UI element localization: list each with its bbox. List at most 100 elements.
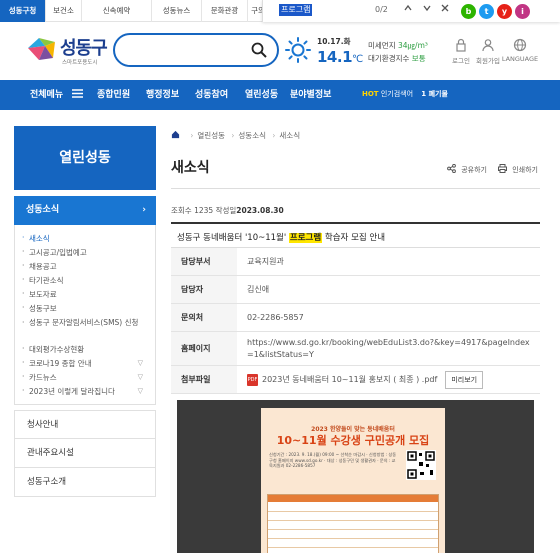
- post-date: 2023.08.30: [236, 206, 284, 215]
- sidebar-item-about[interactable]: 성동구소개: [14, 468, 156, 497]
- popular-search[interactable]: HOT 인기검색어 1 폐기물: [362, 89, 448, 99]
- find-query[interactable]: 프로그램: [279, 4, 313, 16]
- submenu-new-news[interactable]: 새소식: [22, 233, 50, 244]
- submenu-sms-service[interactable]: 성동구 문자알림서비스(SMS) 신청: [22, 317, 147, 328]
- blog-icon[interactable]: b: [461, 4, 476, 19]
- all-menu-button[interactable]: 전체메뉴: [30, 80, 84, 110]
- contact-label: 문의처: [171, 304, 237, 331]
- air-quality-label: 대기환경지수: [368, 54, 410, 63]
- submenu-notices[interactable]: 고시공고/입법예고: [22, 247, 87, 258]
- pdf-icon: PDF: [247, 373, 258, 386]
- tab-seongdong-office[interactable]: 성동구청: [0, 0, 46, 22]
- air-quality: 대기환경지수 보통: [368, 53, 426, 64]
- find-next-icon[interactable]: [420, 3, 434, 17]
- tab-health-center[interactable]: 보건소: [46, 0, 82, 22]
- twitter-icon[interactable]: t: [479, 4, 494, 19]
- fine-dust-label: 미세먼지: [368, 41, 396, 50]
- row-department: 담당부서 교육지원과: [171, 248, 540, 276]
- nav-participation[interactable]: 성동참여: [195, 80, 228, 110]
- divider: [171, 188, 540, 189]
- nav-field-info[interactable]: 분야별정보: [290, 80, 331, 110]
- post-title-bar: 성동구 동네배움터 '10~11월' 프로그램 학습자 모집 안내: [171, 222, 540, 248]
- homepage-label: 홈페이지: [171, 332, 237, 365]
- highlighted-keyword: 프로그램: [288, 233, 323, 243]
- home-icon[interactable]: [171, 130, 180, 139]
- search-box: [113, 33, 279, 67]
- nav-admin-info[interactable]: 행정정보: [146, 80, 179, 110]
- air-quality-value: 보통: [411, 54, 426, 63]
- submenu-awards[interactable]: 대외평가수상현황: [22, 344, 84, 355]
- row-contact: 문의처 02-2286-5857: [171, 304, 540, 332]
- weather-date: 10.17.화: [317, 37, 351, 46]
- chevron-down-icon: ▽: [137, 387, 143, 395]
- submenu-other-agencies[interactable]: 타기관소식: [22, 275, 63, 286]
- poster-body: 신청기간 : 2023. 9. 18.(월) 09:00 ~ 선착순 마감시 ·…: [269, 452, 397, 468]
- temperature-unit: ℃: [352, 54, 363, 65]
- popular-search-rank[interactable]: 1 폐기물: [421, 90, 448, 98]
- find-prev-icon[interactable]: [401, 3, 415, 17]
- lock-icon: [456, 38, 466, 52]
- poster-schedule-table: [267, 494, 439, 553]
- logo-text[interactable]: 성동구: [60, 34, 108, 60]
- youtube-icon[interactable]: y: [497, 4, 512, 19]
- post-title-post: 학습자 모집 안내: [322, 233, 386, 243]
- submenu-2023-changes[interactable]: 2023년 이렇게 달라집니다: [22, 386, 115, 397]
- sidebar-item-office-guide[interactable]: 청사안내: [14, 410, 156, 439]
- chevron-down-icon: ▽: [137, 359, 143, 367]
- instagram-icon[interactable]: i: [515, 4, 530, 19]
- fine-dust: 미세먼지 34㎍/m³: [368, 40, 428, 51]
- print-button[interactable]: 인쇄하기: [498, 164, 538, 175]
- contact-value: 02-2286-5857: [247, 312, 304, 322]
- post-title: 성동구 동네배움터 '10~11월' 프로그램 학습자 모집 안내: [177, 231, 385, 243]
- hot-badge: HOT: [362, 90, 379, 98]
- submenu-card-news[interactable]: 카드뉴스: [22, 372, 57, 383]
- chevron-right-icon: ›: [142, 205, 146, 215]
- share-button[interactable]: 공유하기: [447, 163, 487, 175]
- search-icon[interactable]: [251, 42, 267, 58]
- printer-icon: [498, 164, 507, 173]
- homepage-link[interactable]: https://www.sd.go.kr/booking/webEduList3…: [247, 332, 534, 365]
- department-value: 교육지원과: [247, 256, 284, 266]
- person-label: 담당자: [171, 276, 237, 303]
- top-bar: 성동구청 보건소 신속예약 성동뉴스 문화관광 구의 프로그램 0/2 b t …: [0, 0, 560, 22]
- search-input[interactable]: [127, 42, 237, 58]
- breadcrumb-item[interactable]: 성동소식: [238, 131, 266, 140]
- views-count: 1235: [194, 206, 214, 215]
- logo-slogan: 스마트포용도시: [62, 60, 98, 66]
- breadcrumb-item[interactable]: 새소식: [279, 131, 300, 140]
- tab-culture-tour[interactable]: 문화관광: [202, 0, 248, 22]
- tab-quick-reservation[interactable]: 신속예약: [82, 0, 152, 22]
- nav-open-seongdong[interactable]: 열린성동: [245, 80, 278, 110]
- share-label: 공유하기: [461, 166, 487, 174]
- attachment-value: PDF 2023년 동네배움터 10~11월 홍보지 ( 최종 ) .pdf 미…: [247, 366, 534, 393]
- submenu-press-release[interactable]: 보도자료: [22, 289, 57, 300]
- language-label: LANGUAGE: [501, 55, 539, 63]
- qr-code-icon: [406, 450, 436, 480]
- tab-news[interactable]: 성동뉴스: [152, 0, 202, 22]
- views-label: 조회수: [171, 206, 192, 215]
- preview-button[interactable]: 미리보기: [445, 370, 484, 389]
- row-person: 담당자 김신애: [171, 276, 540, 304]
- submenu-covid19[interactable]: 코로나19 종합 안내: [22, 358, 92, 369]
- nav-civil-service[interactable]: 종합민원: [97, 80, 130, 110]
- user-icon: [482, 39, 494, 52]
- submenu-recruitment[interactable]: 채용공고: [22, 261, 57, 272]
- find-count: 0/2: [375, 5, 388, 14]
- seongdong-logo-icon[interactable]: [25, 34, 59, 68]
- language-link[interactable]: LANGUAGE: [498, 38, 542, 63]
- globe-icon: [513, 38, 527, 52]
- sidebar-active-label: 성동소식: [26, 205, 60, 215]
- breadcrumb-item[interactable]: 열린성동: [197, 131, 225, 140]
- submenu-gazette[interactable]: 성동구보: [22, 303, 57, 314]
- find-bar: 프로그램 0/2 b t y i: [262, 0, 560, 22]
- weather-temperature: 14.1℃: [317, 48, 363, 66]
- find-close-icon[interactable]: [438, 3, 452, 17]
- breadcrumb: › 열린성동 › 성동소식 › 새소식: [171, 130, 300, 141]
- poster-title: 10~11월 수강생 구민공개 모집: [276, 434, 430, 447]
- all-menu-label: 전체메뉴: [30, 90, 64, 100]
- sidebar-item-seongdong-news[interactable]: 성동소식 ›: [14, 196, 156, 225]
- sidebar-item-facilities[interactable]: 관내주요시설: [14, 439, 156, 468]
- temperature-value: 14.1: [317, 48, 353, 66]
- sidebar-title: 열린성동: [14, 126, 156, 190]
- attachment-file-link[interactable]: 2023년 동네배움터 10~11월 홍보지 ( 최종 ) .pdf: [262, 374, 437, 386]
